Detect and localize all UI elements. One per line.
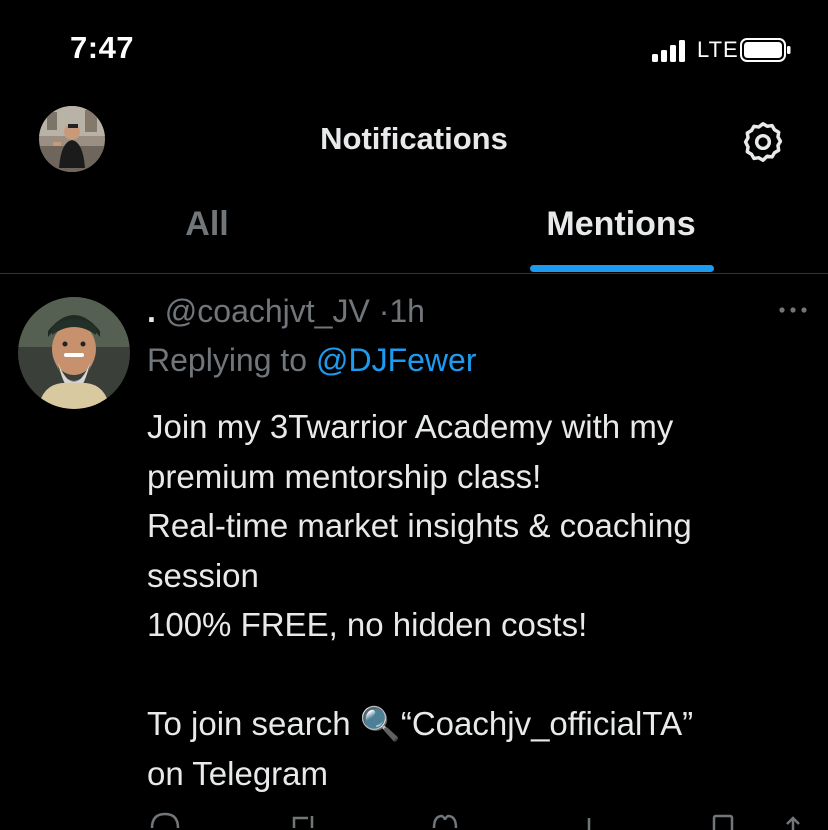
- tweet-author-avatar[interactable]: [18, 297, 130, 409]
- more-options-icon[interactable]: [776, 300, 810, 320]
- reply-icon[interactable]: [148, 806, 182, 830]
- repost-icon[interactable]: [288, 806, 322, 830]
- bookmark-icon[interactable]: [706, 806, 740, 830]
- network-type: LTE: [697, 37, 739, 62]
- views-icon[interactable]: [572, 806, 606, 830]
- replying-prefix: Replying to: [147, 342, 308, 378]
- tweet-actions: [0, 800, 828, 830]
- replying-to-line: Replying to @DJFewer: [147, 342, 476, 379]
- tab-mentions[interactable]: Mentions: [414, 205, 828, 244]
- tweet-time: 1h: [389, 293, 425, 329]
- cellular-signal-icon: [652, 40, 685, 62]
- battery-icon: [740, 38, 791, 62]
- tweet-text: Join my 3Twarrior Academy with my premiu…: [147, 408, 694, 792]
- gear-icon[interactable]: [740, 119, 786, 165]
- share-icon[interactable]: [776, 806, 810, 830]
- like-icon[interactable]: [428, 806, 462, 830]
- active-tab-indicator: [530, 265, 714, 272]
- page-title: Notifications: [320, 121, 508, 156]
- tweet-header: . @coachjvt_JV ·1h: [147, 293, 425, 330]
- author-display-name[interactable]: .: [147, 293, 156, 329]
- author-handle[interactable]: @coachjvt_JV: [165, 293, 370, 329]
- notification-tabs: All Mentions: [0, 185, 828, 274]
- tab-all[interactable]: All: [0, 205, 414, 244]
- status-bar: 7:47 LTE: [0, 0, 828, 100]
- meta-separator: ·: [378, 293, 390, 329]
- replying-to-handle[interactable]: @DJFewer: [316, 342, 477, 378]
- status-time: 7:47: [70, 30, 135, 65]
